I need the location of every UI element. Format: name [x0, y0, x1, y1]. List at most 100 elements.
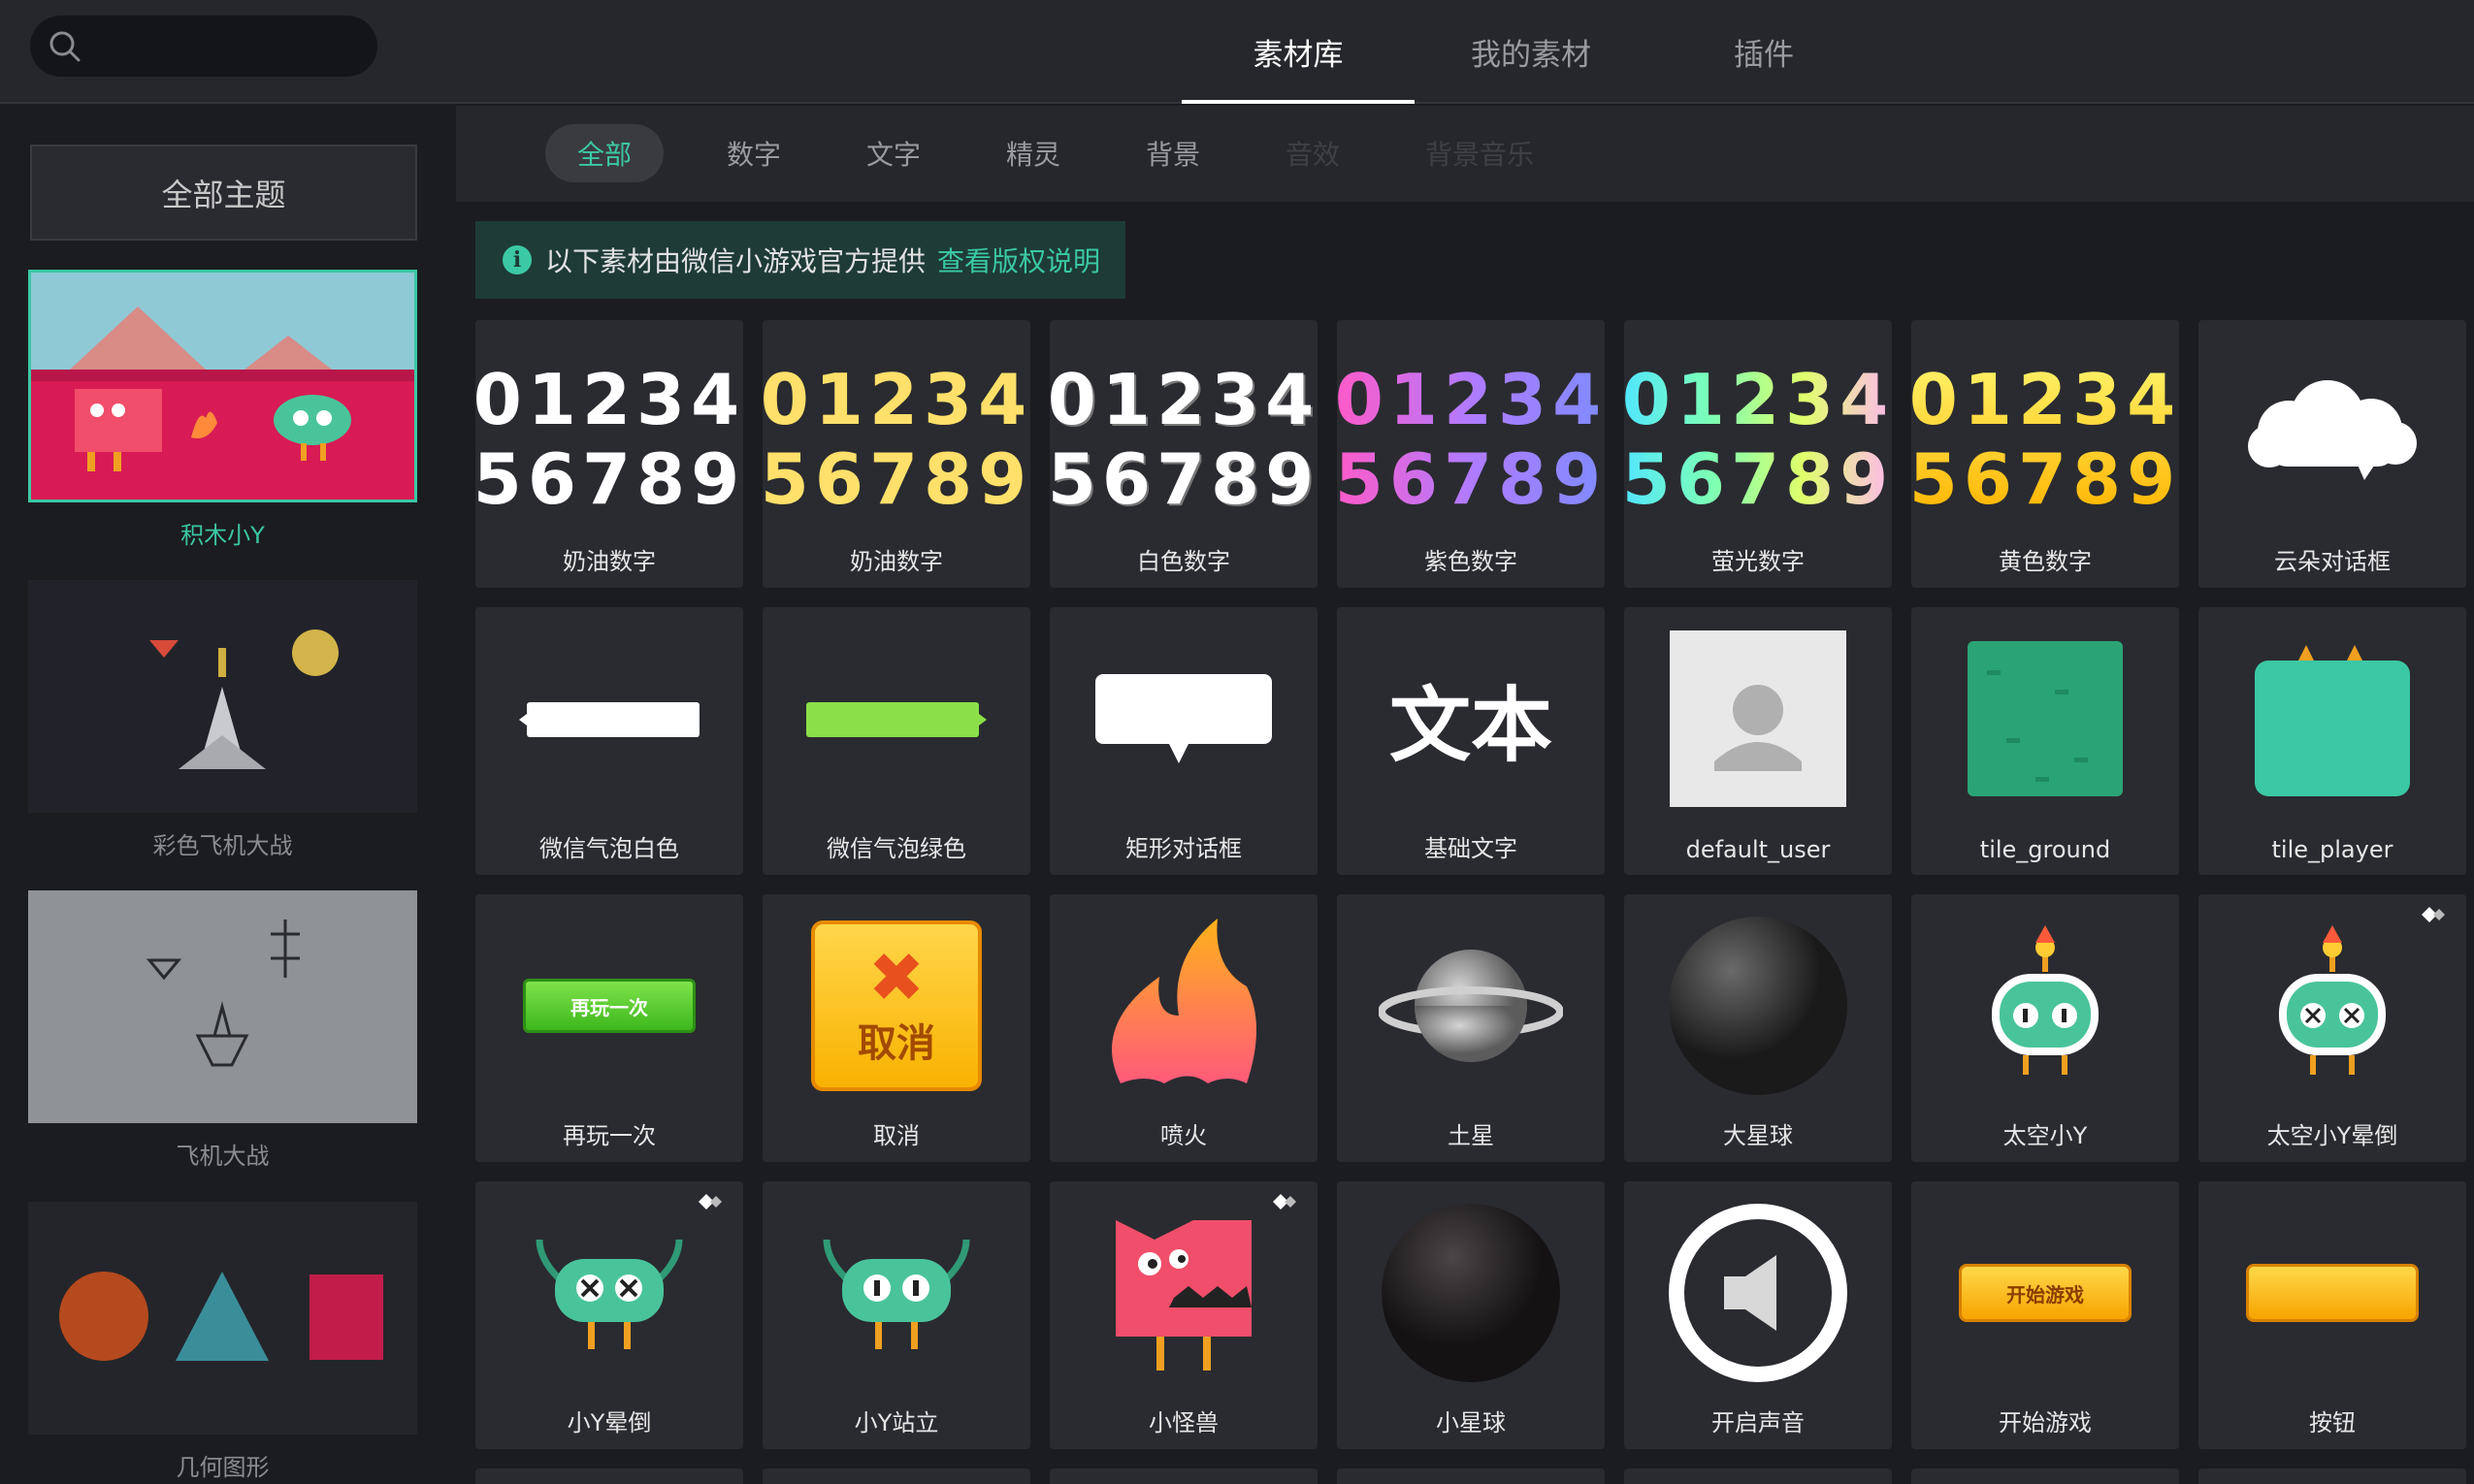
- digits-preview: 01234 56789: [1050, 359, 1318, 520]
- asset-card[interactable]: 微信气泡绿色: [763, 607, 1030, 875]
- asset-preview: [2198, 320, 2466, 543]
- rect-dialog-icon: [1095, 674, 1272, 763]
- theme-card-plane-war[interactable]: 飞机大战: [28, 890, 417, 1171]
- theme-label: 几何图形: [176, 1454, 270, 1481]
- asset-name: 小怪兽: [1149, 1409, 1219, 1436]
- space-y-icon: [2279, 925, 2386, 1075]
- search-input[interactable]: [30, 16, 377, 77]
- asset-card[interactable]: 土星: [1337, 894, 1605, 1162]
- asset-card[interactable]: [1911, 1468, 2179, 1484]
- digits-preview: 01234 56789: [1337, 360, 1605, 519]
- tab-plugins[interactable]: 插件: [1647, 0, 1880, 104]
- asset-name: 小星球: [1436, 1409, 1506, 1436]
- copyright-notice: i 以下素材由微信小游戏官方提供 查看版权说明: [475, 221, 1125, 299]
- asset-card[interactable]: 01234 56789 奶油数字: [763, 320, 1030, 588]
- asset-preview: [1911, 894, 2179, 1117]
- play-again-button-preview: 再玩一次: [523, 979, 696, 1033]
- start-game-button-preview: 开始游戏: [1959, 1264, 2132, 1322]
- theme-label: 飞机大战: [176, 1143, 270, 1170]
- asset-card[interactable]: 小Y站立: [763, 1181, 1030, 1449]
- asset-card[interactable]: [1050, 1468, 1318, 1484]
- little-y-icon: [823, 1239, 970, 1349]
- asset-card[interactable]: 微信气泡白色: [475, 607, 743, 875]
- asset-card[interactable]: 喷火: [1050, 894, 1318, 1162]
- asset-card[interactable]: 开启声音: [1624, 1181, 1892, 1449]
- asset-preview: [1624, 1181, 1892, 1404]
- asset-name: 微信气泡白色: [539, 835, 679, 862]
- theme-card-jimu-y[interactable]: 积木小Y: [28, 270, 417, 550]
- asset-preview: [475, 1181, 743, 1404]
- asset-card[interactable]: 矩形对话框: [1050, 607, 1318, 875]
- asset-name: 开启声音: [1711, 1409, 1805, 1436]
- asset-name: default_user: [1685, 836, 1831, 863]
- asset-name: 土星: [1448, 1122, 1494, 1149]
- asset-preview: ✖ 取消: [763, 894, 1030, 1117]
- theme-card-color-plane-war[interactable]: 彩色飞机大战: [28, 580, 417, 860]
- filter-text[interactable]: 文字: [834, 124, 953, 182]
- asset-card[interactable]: tile_player: [2198, 607, 2466, 875]
- asset-name: 再玩一次: [563, 1122, 656, 1149]
- copyright-link[interactable]: 查看版权说明: [937, 241, 1100, 279]
- asset-card[interactable]: 云朵对话框: [2198, 320, 2466, 588]
- cancel-button-preview: ✖ 取消: [811, 920, 982, 1091]
- asset-preview: [1337, 1181, 1605, 1404]
- filter-bgm[interactable]: 背景音乐: [1387, 124, 1572, 182]
- asset-card[interactable]: 小怪兽: [1050, 1181, 1318, 1449]
- saturn-icon: [1379, 950, 1563, 1062]
- asset-card[interactable]: [2198, 1468, 2466, 1484]
- asset-card[interactable]: ✖ 取消取消: [763, 894, 1030, 1162]
- digits-preview: 01234 56789: [1911, 360, 2179, 519]
- asset-preview: [763, 1181, 1030, 1404]
- big-planet-icon: [1669, 917, 1847, 1095]
- asset-name: 小Y晕倒: [567, 1409, 652, 1436]
- asset-name: 奶油数字: [563, 548, 656, 575]
- asset-preview: [2198, 607, 2466, 830]
- asset-card[interactable]: 开始游戏 开始游戏: [1911, 1181, 2179, 1449]
- cloud-dialog-icon: [2248, 380, 2417, 480]
- default-user-icon: [1670, 630, 1846, 807]
- asset-card[interactable]: 大星球: [1624, 894, 1892, 1162]
- tile-player-icon: [2255, 645, 2410, 796]
- asset-card[interactable]: 01234 56789 白色数字: [1050, 320, 1318, 588]
- blank-button-preview: [2246, 1264, 2419, 1322]
- search-icon: [49, 31, 81, 62]
- asset-card[interactable]: [763, 1468, 1030, 1484]
- asset-card[interactable]: 01234 56789 紫色数字: [1337, 320, 1605, 588]
- asset-card[interactable]: 01234 56789 萤光数字: [1624, 320, 1892, 588]
- asset-preview: [2198, 894, 2466, 1117]
- asset-card[interactable]: 文本 基础文字: [1337, 607, 1605, 875]
- asset-name: 紫色数字: [1424, 548, 1517, 575]
- asset-preview: 开始游戏: [1911, 1181, 2179, 1404]
- asset-card[interactable]: 小星球: [1337, 1181, 1605, 1449]
- filter-digits[interactable]: 数字: [695, 124, 813, 182]
- filter-sprites[interactable]: 精灵: [974, 124, 1092, 182]
- all-themes-button[interactable]: 全部主题: [30, 145, 417, 241]
- tab-asset-library[interactable]: 素材库: [1182, 0, 1415, 104]
- animated-badge-icon: [699, 1194, 722, 1210]
- asset-card[interactable]: [1337, 1468, 1605, 1484]
- tab-my-assets[interactable]: 我的素材: [1415, 0, 1647, 104]
- asset-preview: [475, 607, 743, 830]
- asset-card[interactable]: 01234 56789 黄色数字: [1911, 320, 2179, 588]
- asset-preview: [1624, 607, 1892, 830]
- asset-card[interactable]: [475, 1468, 743, 1484]
- asset-card[interactable]: default_user: [1624, 607, 1892, 875]
- asset-name: 取消: [873, 1122, 920, 1149]
- filter-all[interactable]: 全部: [545, 124, 664, 182]
- asset-preview: 01234 56789: [1050, 320, 1318, 543]
- little-monster-icon: [1116, 1220, 1252, 1371]
- asset-card[interactable]: 按钮: [2198, 1181, 2466, 1449]
- asset-preview: 再玩一次: [475, 894, 743, 1117]
- asset-name: 太空小Y晕倒: [2266, 1122, 2398, 1149]
- asset-card[interactable]: 再玩一次 再玩一次: [475, 894, 743, 1162]
- asset-card[interactable]: 太空小Y: [1911, 894, 2179, 1162]
- filter-sound-effects[interactable]: 音效: [1253, 124, 1372, 182]
- asset-card[interactable]: [1624, 1468, 1892, 1484]
- theme-card-geometry[interactable]: 几何图形: [28, 1202, 417, 1482]
- asset-card[interactable]: 01234 56789 奶油数字: [475, 320, 743, 588]
- asset-card[interactable]: 太空小Y晕倒: [2198, 894, 2466, 1162]
- asset-card[interactable]: tile_ground: [1911, 607, 2179, 875]
- filter-backgrounds[interactable]: 背景: [1114, 124, 1232, 182]
- asset-preview: [2198, 1181, 2466, 1404]
- asset-card[interactable]: 小Y晕倒: [475, 1181, 743, 1449]
